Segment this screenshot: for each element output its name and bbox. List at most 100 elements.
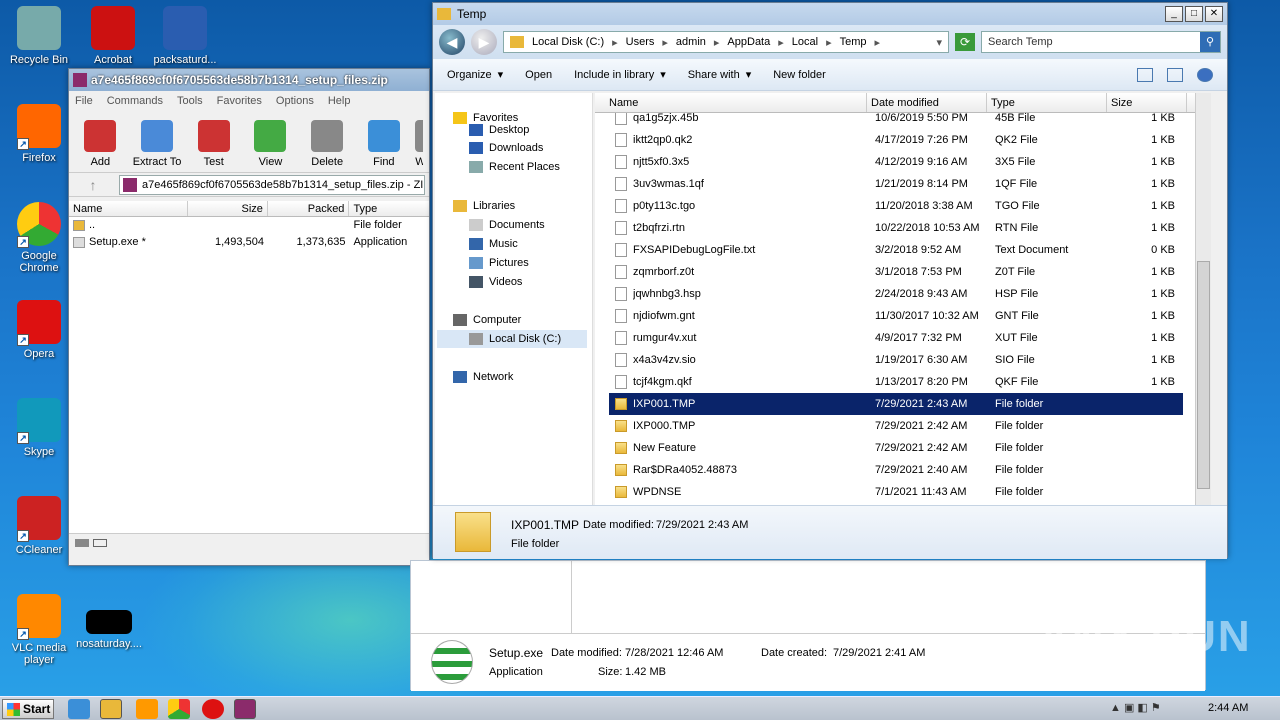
- archive-path-field[interactable]: a7e465f869cf0f6705563de58b7b1314_setup_f…: [119, 174, 425, 195]
- winrar-titlebar[interactable]: a7e465f869cf0f6705563de58b7b1314_setup_f…: [69, 69, 429, 91]
- ie-icon[interactable]: [68, 699, 90, 719]
- cmd-new-folder[interactable]: New folder: [773, 69, 826, 81]
- desktop-icon-1[interactable]: Acrobat: [78, 6, 148, 66]
- minimize-button[interactable]: _: [1165, 6, 1183, 22]
- explorer-titlebar[interactable]: Temp _ □ ✕: [433, 3, 1227, 25]
- breadcrumb-4[interactable]: Local: [792, 36, 818, 48]
- toolbar-test-button[interactable]: Test: [188, 120, 239, 168]
- maximize-button[interactable]: □: [1185, 6, 1203, 22]
- start-button[interactable]: Start: [2, 699, 54, 719]
- chrome-taskbar-icon[interactable]: [168, 699, 190, 719]
- breadcrumb-5[interactable]: Temp: [840, 36, 867, 48]
- up-arrow-icon[interactable]: ↑: [73, 177, 113, 193]
- desktop-icon-8[interactable]: ↗ VLC media player: [4, 594, 74, 666]
- nav-documents[interactable]: Documents: [469, 216, 545, 234]
- breadcrumb-0[interactable]: Local Disk (C:): [532, 36, 604, 48]
- desktop-icon-5[interactable]: ↗ Opera: [4, 300, 74, 360]
- cmd-share-with[interactable]: Share with ▾: [688, 68, 752, 81]
- col-size[interactable]: Size: [1107, 93, 1187, 112]
- file-row[interactable]: Rar$DRa4052.48873 7/29/2021 2:40 AM File f…: [609, 459, 1183, 481]
- nav-desktop[interactable]: Desktop: [469, 121, 529, 139]
- address-bar[interactable]: Local Disk (C:) ▸ Users ▸ admin ▸ AppData ▸ Loca…: [503, 31, 949, 53]
- nav-downloads[interactable]: Downloads: [469, 139, 543, 157]
- chevron-right-icon[interactable]: ▸: [662, 36, 668, 49]
- breadcrumb-2[interactable]: admin: [676, 36, 706, 48]
- toolbar-delete-button[interactable]: Delete: [302, 120, 353, 168]
- forward-button[interactable]: ▶: [471, 29, 497, 55]
- chevron-right-icon[interactable]: ▸: [714, 36, 720, 49]
- menu-commands[interactable]: Commands: [107, 95, 163, 107]
- menu-file[interactable]: File: [75, 95, 93, 107]
- col-name[interactable]: Name: [595, 93, 867, 112]
- key-icon[interactable]: [93, 538, 107, 547]
- col-size[interactable]: Size: [188, 201, 268, 216]
- toolbar-view-button[interactable]: View: [245, 120, 296, 168]
- file-row[interactable]: tcjf4kgm.qkf 1/13/2017 8:20 PM QKF File 1 K…: [609, 371, 1183, 393]
- table-row[interactable]: .. File folder: [69, 217, 429, 234]
- file-row[interactable]: t2bqfrzi.rtn 10/22/2018 10:53 AM RTN File 1…: [609, 217, 1183, 239]
- toolbar-w-button[interactable]: W: [415, 120, 424, 168]
- search-icon[interactable]: ⚲: [1200, 32, 1220, 52]
- cmd-organize[interactable]: Organize ▾: [447, 68, 503, 81]
- file-row[interactable]: p0ty113c.tgo 11/20/2018 3:38 AM TGO File 1 …: [609, 195, 1183, 217]
- col-type[interactable]: Type: [349, 201, 429, 216]
- breadcrumb-3[interactable]: AppData: [727, 36, 770, 48]
- breadcrumb-1[interactable]: Users: [626, 36, 655, 48]
- file-row[interactable]: IXP000.TMP 7/29/2021 2:42 AM File folder: [609, 415, 1183, 437]
- file-row[interactable]: 3uv3wmas.1qf 1/21/2019 8:14 PM 1QF File 1 K…: [609, 173, 1183, 195]
- desktop-icon-6[interactable]: ↗ Skype: [4, 398, 74, 458]
- chevron-right-icon[interactable]: ▸: [875, 36, 881, 49]
- toolbar-find-button[interactable]: Find: [359, 120, 410, 168]
- search-input[interactable]: Search Temp ⚲: [981, 31, 1221, 53]
- desktop-icon-2[interactable]: packsaturd...: [150, 6, 220, 66]
- toolbar-add-button[interactable]: Add: [75, 120, 126, 168]
- scroll-thumb[interactable]: [1197, 261, 1210, 489]
- chevron-right-icon[interactable]: ▸: [778, 36, 784, 49]
- nav-recent[interactable]: Recent Places: [469, 158, 560, 176]
- chevron-right-icon[interactable]: ▸: [826, 36, 832, 49]
- nav-music[interactable]: Music: [469, 235, 518, 253]
- file-row[interactable]: iktt2qp0.qk2 4/17/2019 7:26 PM QK2 File 1 K…: [609, 129, 1183, 151]
- views-icon[interactable]: [1137, 67, 1153, 82]
- file-row[interactable]: njdiofwm.gnt 11/30/2017 10:32 AM GNT File 1…: [609, 305, 1183, 327]
- menu-options[interactable]: Options: [276, 95, 314, 107]
- desktop-icon-4[interactable]: ↗ Google Chrome: [4, 202, 74, 274]
- nav-computer[interactable]: Computer: [453, 311, 521, 329]
- vertical-scrollbar[interactable]: [1195, 93, 1211, 505]
- menu-favorites[interactable]: Favorites: [217, 95, 262, 107]
- nav-libraries[interactable]: Libraries: [453, 197, 515, 215]
- nav-pictures[interactable]: Pictures: [469, 254, 529, 272]
- file-row[interactable]: FXSAPIDebugLogFile.txt 3/2/2018 9:52 AM Te…: [609, 239, 1183, 261]
- file-row[interactable]: qa1g5zjx.45b 10/6/2019 5:50 PM 45B File 1 K…: [609, 113, 1183, 129]
- desktop-icon-0[interactable]: Recycle Bin: [4, 6, 74, 66]
- drive-icon[interactable]: [75, 538, 89, 547]
- nav-videos[interactable]: Videos: [469, 273, 522, 291]
- toolbar-extract-to-button[interactable]: Extract To: [132, 120, 183, 168]
- file-row[interactable]: njtt5xf0.3x5 4/12/2019 9:16 AM 3X5 File 1 K…: [609, 151, 1183, 173]
- file-row[interactable]: jqwhnbg3.hsp 2/24/2018 9:43 AM HSP File 1 K…: [609, 283, 1183, 305]
- table-row[interactable]: Setup.exe * 1,493,504 1,373,635 Application: [69, 234, 429, 251]
- col-date-modified[interactable]: Date modified: [867, 93, 987, 112]
- menu-help[interactable]: Help: [328, 95, 351, 107]
- preview-pane-icon[interactable]: [1167, 67, 1183, 82]
- desktop-icon-3[interactable]: ↗ Firefox: [4, 104, 74, 164]
- close-button[interactable]: ✕: [1205, 6, 1223, 22]
- col-name[interactable]: Name: [69, 201, 189, 216]
- cmd-include-in-library[interactable]: Include in library ▾: [574, 68, 666, 81]
- back-button[interactable]: ◀: [439, 29, 465, 55]
- desktop-icon-7[interactable]: ↗ CCleaner: [4, 496, 74, 556]
- winrar-taskbar-icon[interactable]: [234, 699, 256, 719]
- menu-tools[interactable]: Tools: [177, 95, 203, 107]
- file-row[interactable]: IXP001.TMP 7/29/2021 2:43 AM File folder: [609, 393, 1183, 415]
- media-player-icon[interactable]: [136, 699, 158, 719]
- cmd-open[interactable]: Open: [525, 69, 552, 81]
- chevron-down-icon[interactable]: ▾: [936, 36, 942, 49]
- file-row[interactable]: rumgur4v.xut 4/9/2017 7:32 PM XUT File 1 KB: [609, 327, 1183, 349]
- explorer-taskbar-icon[interactable]: [100, 699, 122, 719]
- col-type[interactable]: Type: [987, 93, 1107, 112]
- clock[interactable]: 2:44 AM: [1208, 702, 1248, 714]
- tray-icons[interactable]: ▲ ▣ ◧ ⚑: [1110, 701, 1194, 717]
- file-row[interactable]: WPDNSE 7/1/2021 11:43 AM File folder: [609, 481, 1183, 503]
- opera-taskbar-icon[interactable]: [202, 699, 224, 719]
- nav-localdisk[interactable]: Local Disk (C:): [437, 330, 587, 348]
